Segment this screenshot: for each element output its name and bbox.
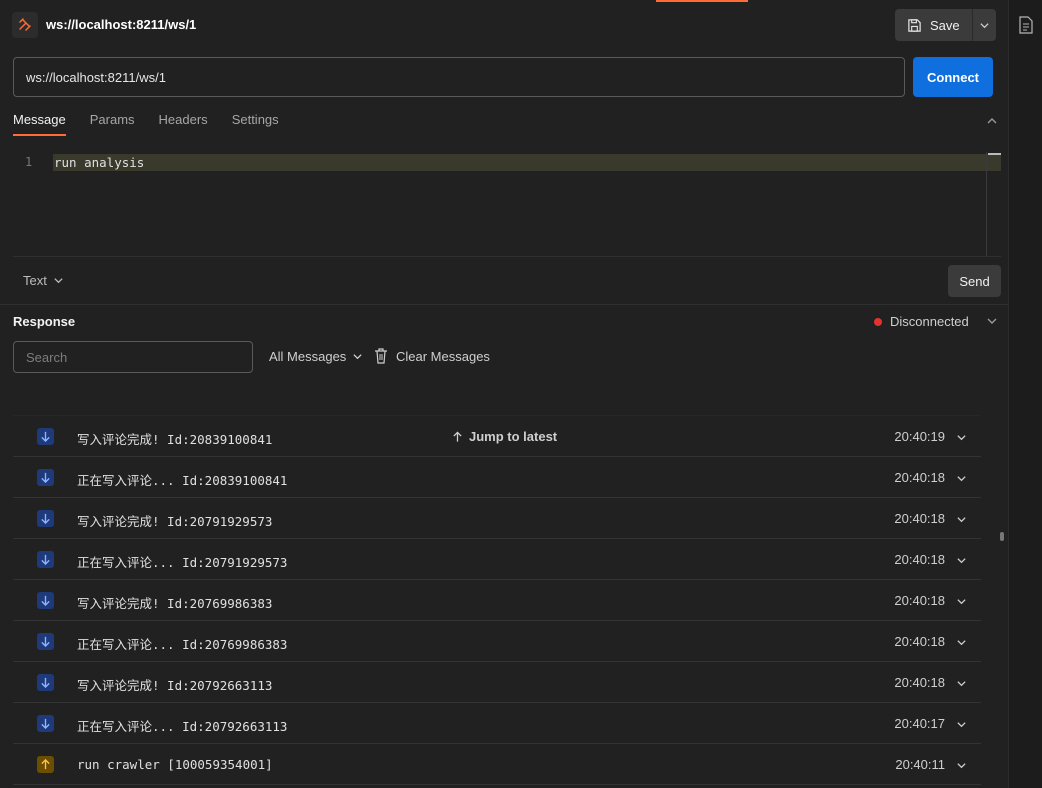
message-text: 写入评论完成! Id:20791929573 xyxy=(77,514,273,529)
message-text: 写入评论完成! Id:20792663113 xyxy=(77,678,273,693)
request-header: ws://localhost:8211/ws/1 Save xyxy=(0,0,1008,50)
editor-divider xyxy=(13,256,1001,257)
message-text: 写入评论完成! Id:20769986383 xyxy=(77,596,273,611)
websocket-icon xyxy=(12,12,38,38)
message-text: 正在写入评论... Id:20791929573 xyxy=(77,555,288,570)
connect-button[interactable]: Connect xyxy=(913,57,993,97)
tab-params[interactable]: Params xyxy=(90,112,135,136)
list-item xyxy=(13,384,981,416)
message-time: 20:40:18 xyxy=(894,511,945,526)
message-time: 20:40:18 xyxy=(894,675,945,690)
main-panel: ws://localhost:8211/ws/1 Save ws://local… xyxy=(0,0,1008,788)
chevron-down-icon[interactable] xyxy=(956,760,967,771)
message-editor[interactable]: 1 run analysis xyxy=(13,152,1001,256)
send-button[interactable]: Send xyxy=(948,265,1001,297)
clear-messages-button[interactable]: Clear Messages xyxy=(374,348,490,364)
message-text: 写入评论完成! Id:20839100841 xyxy=(77,432,273,447)
arrow-down-icon xyxy=(37,674,54,691)
chevron-down-icon[interactable] xyxy=(986,315,998,327)
documentation-icon[interactable] xyxy=(1018,16,1034,34)
response-title: Response xyxy=(13,314,76,329)
list-item[interactable]: run crawler [100059354001] 20:40:11 xyxy=(13,744,981,785)
arrow-up-icon xyxy=(453,431,462,442)
search-input[interactable] xyxy=(13,341,253,373)
list-item[interactable]: 正在写入评论... Id:20839100841 20:40:18 xyxy=(13,457,981,498)
message-text: 正在写入评论... Id:20839100841 xyxy=(77,473,288,488)
list-item[interactable]: 正在写入评论... Id:20791929573 20:40:18 xyxy=(13,539,981,580)
message-time: 20:40:18 xyxy=(894,593,945,608)
message-time: 20:40:11 xyxy=(895,757,945,772)
message-format-select[interactable]: Text xyxy=(23,273,64,288)
message-text: 正在写入评论... Id:20792663113 xyxy=(77,719,288,734)
section-divider xyxy=(0,304,1008,305)
arrow-down-icon xyxy=(37,551,54,568)
line-number: 1 xyxy=(25,155,33,169)
save-button-group: Save xyxy=(895,9,996,41)
chevron-down-icon xyxy=(980,22,989,28)
request-tabs: Message Params Headers Settings xyxy=(13,112,279,136)
message-list: 写入评论完成! Id:20839100841 20:40:19 正在写入评论..… xyxy=(13,384,981,788)
message-text: 正在写入评论... Id:20769986383 xyxy=(77,637,288,652)
arrow-down-icon xyxy=(37,428,54,445)
chevron-down-icon[interactable] xyxy=(956,514,967,525)
chevron-up-icon[interactable] xyxy=(986,115,998,127)
save-button[interactable]: Save xyxy=(895,9,972,41)
trash-icon xyxy=(375,348,387,364)
chevron-down-icon xyxy=(54,278,63,284)
chevron-down-icon[interactable] xyxy=(956,637,967,648)
arrow-down-icon xyxy=(37,592,54,609)
right-sidebar xyxy=(1008,0,1042,788)
format-label: Text xyxy=(23,273,47,288)
jump-to-latest-label: Jump to latest xyxy=(469,429,558,444)
chevron-down-icon xyxy=(353,354,362,360)
tab-headers[interactable]: Headers xyxy=(159,112,208,136)
list-item[interactable]: 正在写入评论... Id:20792663113 20:40:17 xyxy=(13,703,981,744)
list-item[interactable]: 写入评论完成! Id:20769986383 20:40:18 xyxy=(13,580,981,621)
request-title: ws://localhost:8211/ws/1 xyxy=(46,17,197,32)
message-text: run crawler [100059354001] xyxy=(77,757,273,772)
editor-content[interactable]: run analysis xyxy=(54,155,144,170)
clear-messages-label: Clear Messages xyxy=(396,348,490,364)
filter-label: All Messages xyxy=(269,349,347,364)
list-item[interactable]: 写入评论完成! Id:20792663113 20:40:18 xyxy=(13,662,981,703)
tab-settings[interactable]: Settings xyxy=(232,112,279,136)
arrow-down-icon xyxy=(37,469,54,486)
chevron-down-icon[interactable] xyxy=(956,678,967,689)
save-label: Save xyxy=(930,17,960,33)
chevron-down-icon[interactable] xyxy=(956,432,967,443)
arrow-up-icon xyxy=(37,756,54,773)
url-input[interactable]: ws://localhost:8211/ws/1 xyxy=(13,57,905,97)
message-time: 20:40:18 xyxy=(894,634,945,649)
message-filter-select[interactable]: All Messages xyxy=(269,349,363,364)
list-item[interactable]: 写入评论完成! Id:20791929573 20:40:18 xyxy=(13,498,981,539)
arrow-down-icon xyxy=(37,633,54,650)
message-time: 20:40:18 xyxy=(894,552,945,567)
message-time: 20:40:17 xyxy=(894,716,945,731)
list-item[interactable]: 正在写入评论... Id:20769986383 20:40:18 xyxy=(13,621,981,662)
active-line-highlight xyxy=(53,154,1001,171)
editor-scroll-thumb[interactable] xyxy=(988,153,1001,155)
chevron-down-icon[interactable] xyxy=(956,596,967,607)
save-options-button[interactable] xyxy=(971,9,996,41)
editor-scrollbar[interactable] xyxy=(986,152,987,256)
arrow-down-icon xyxy=(37,510,54,527)
arrow-down-icon xyxy=(37,715,54,732)
list-scroll-thumb[interactable] xyxy=(1000,532,1004,541)
status-label: Disconnected xyxy=(890,314,969,329)
chevron-down-icon[interactable] xyxy=(956,473,967,484)
save-icon xyxy=(908,18,921,32)
jump-to-latest-button[interactable]: Jump to latest xyxy=(452,429,557,444)
message-time: 20:40:18 xyxy=(894,470,945,485)
message-time: 20:40:19 xyxy=(894,429,945,444)
chevron-down-icon[interactable] xyxy=(956,719,967,730)
connection-status: Disconnected xyxy=(874,314,969,329)
tab-message[interactable]: Message xyxy=(13,112,66,136)
chevron-down-icon[interactable] xyxy=(956,555,967,566)
status-dot-icon xyxy=(874,317,882,326)
